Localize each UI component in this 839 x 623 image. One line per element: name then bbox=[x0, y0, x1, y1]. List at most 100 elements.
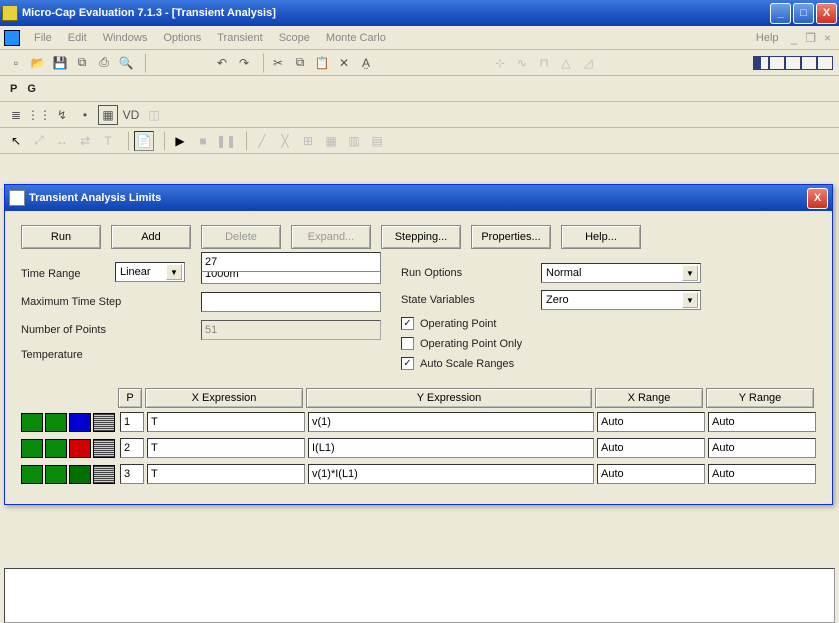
delete-icon[interactable]: ✕ bbox=[334, 53, 354, 73]
mdi-close-icon[interactable]: × bbox=[820, 31, 835, 45]
sine-icon[interactable]: ∿ bbox=[512, 53, 532, 73]
text-icon[interactable]: A̤ bbox=[356, 53, 376, 73]
stepping-button[interactable]: Stepping... bbox=[381, 225, 461, 249]
tool-d[interactable]: T bbox=[98, 131, 118, 151]
grid4-icon[interactable]: ▤ bbox=[367, 131, 387, 151]
run-button[interactable]: Run bbox=[21, 225, 101, 249]
header-x-range[interactable]: X Range bbox=[595, 388, 703, 408]
comp-icon-2[interactable]: ⋮⋮ bbox=[29, 105, 49, 125]
menu-file[interactable]: File bbox=[26, 30, 60, 46]
color-swatch[interactable] bbox=[45, 413, 67, 432]
y-range-cell[interactable]: Auto bbox=[708, 464, 816, 484]
header-p[interactable]: P bbox=[118, 388, 142, 408]
menu-montecarlo[interactable]: Monte Carlo bbox=[318, 30, 394, 46]
y-expression-cell[interactable]: v(1) bbox=[308, 412, 594, 432]
comp-icon-7[interactable]: ◫ bbox=[144, 105, 164, 125]
x-expression-cell[interactable]: T bbox=[147, 412, 305, 432]
color-swatch[interactable] bbox=[93, 465, 115, 484]
wave-icon[interactable]: ⊹ bbox=[490, 53, 510, 73]
minimize-button[interactable]: _ bbox=[770, 3, 791, 24]
p-cell[interactable]: 2 bbox=[120, 438, 144, 458]
close-button[interactable]: X bbox=[816, 3, 837, 24]
grid3-icon[interactable]: ▥ bbox=[344, 131, 364, 151]
saw-icon[interactable]: ◿ bbox=[578, 53, 598, 73]
layout-1-icon[interactable] bbox=[753, 56, 769, 70]
tri-icon[interactable]: △ bbox=[556, 53, 576, 73]
run-options-dropdown[interactable]: Normal▼ bbox=[541, 263, 701, 283]
menu-transient[interactable]: Transient bbox=[209, 30, 270, 46]
x-range-cell[interactable]: Auto bbox=[597, 412, 705, 432]
layout-4-icon[interactable] bbox=[801, 56, 817, 70]
comp-icon-3[interactable]: ↯ bbox=[52, 105, 72, 125]
color-swatch[interactable] bbox=[45, 439, 67, 458]
p-cell[interactable]: 3 bbox=[120, 464, 144, 484]
comp-icon-5[interactable]: ▦ bbox=[98, 105, 118, 125]
y-range-cell[interactable]: Auto bbox=[708, 438, 816, 458]
grid2-icon[interactable]: ▦ bbox=[321, 131, 341, 151]
menu-scope[interactable]: Scope bbox=[271, 30, 318, 46]
grid1-icon[interactable]: ⊞ bbox=[298, 131, 318, 151]
save-icon[interactable]: 💾 bbox=[50, 53, 70, 73]
g2-icon[interactable]: ╳ bbox=[275, 131, 295, 151]
mdi-restore-icon[interactable]: ❐ bbox=[801, 31, 820, 45]
preview-icon[interactable]: 🔍 bbox=[116, 53, 136, 73]
color-swatch[interactable] bbox=[21, 465, 43, 484]
saveall-icon[interactable]: ⧉ bbox=[72, 53, 92, 73]
layout-5-icon[interactable] bbox=[817, 56, 833, 70]
header-y-range[interactable]: Y Range bbox=[706, 388, 814, 408]
color-swatch[interactable] bbox=[21, 439, 43, 458]
menu-edit[interactable]: Edit bbox=[60, 30, 95, 46]
mdi-minimize-icon[interactable]: _ bbox=[787, 31, 802, 45]
help-button[interactable]: Help... bbox=[561, 225, 641, 249]
delete-button[interactable]: Delete bbox=[201, 225, 281, 249]
header-y-expression[interactable]: Y Expression bbox=[306, 388, 592, 408]
menu-options[interactable]: Options bbox=[155, 30, 209, 46]
dialog-close-button[interactable]: X bbox=[807, 188, 828, 209]
paste-icon[interactable]: 📋 bbox=[312, 53, 332, 73]
y-expression-cell[interactable]: v(1)*I(L1) bbox=[308, 464, 594, 484]
temperature-mode-dropdown[interactable]: Linear▼ bbox=[115, 262, 185, 282]
pulse-icon[interactable]: ⊓ bbox=[534, 53, 554, 73]
mode-icon[interactable]: 📄 bbox=[134, 131, 154, 151]
expand-button[interactable]: Expand... bbox=[291, 225, 371, 249]
header-x-expression[interactable]: X Expression bbox=[145, 388, 303, 408]
temperature-input[interactable] bbox=[201, 252, 381, 272]
auto-scale-checkbox[interactable]: ✓ bbox=[401, 357, 414, 370]
max-step-input[interactable] bbox=[201, 292, 381, 312]
layout-2-icon[interactable] bbox=[769, 56, 785, 70]
tool-c[interactable]: ⇄ bbox=[75, 131, 95, 151]
copy-icon[interactable]: ⧉ bbox=[290, 53, 310, 73]
new-icon[interactable]: ▫ bbox=[6, 53, 26, 73]
color-swatch[interactable] bbox=[69, 465, 91, 484]
color-swatch[interactable] bbox=[69, 413, 91, 432]
p-cell[interactable]: 1 bbox=[120, 412, 144, 432]
open-icon[interactable]: 📂 bbox=[28, 53, 48, 73]
y-range-cell[interactable]: Auto bbox=[708, 412, 816, 432]
properties-button[interactable]: Properties... bbox=[471, 225, 551, 249]
add-button[interactable]: Add bbox=[111, 225, 191, 249]
x-expression-cell[interactable]: T bbox=[147, 438, 305, 458]
menu-windows[interactable]: Windows bbox=[95, 30, 156, 46]
state-vars-dropdown[interactable]: Zero▼ bbox=[541, 290, 701, 310]
redo-icon[interactable]: ↷ bbox=[234, 53, 254, 73]
x-range-cell[interactable]: Auto bbox=[597, 464, 705, 484]
maximize-button[interactable]: □ bbox=[793, 3, 814, 24]
cut-icon[interactable]: ✂ bbox=[268, 53, 288, 73]
stop-icon[interactable]: ■ bbox=[193, 131, 213, 151]
comp-icon-6[interactable]: VD bbox=[121, 105, 141, 125]
color-swatch[interactable] bbox=[69, 439, 91, 458]
comp-icon-4[interactable]: • bbox=[75, 105, 95, 125]
pause-icon[interactable]: ❚❚ bbox=[216, 131, 236, 151]
tool-a[interactable]: ⤢ bbox=[29, 131, 49, 151]
color-swatch[interactable] bbox=[21, 413, 43, 432]
p-label[interactable]: P bbox=[10, 83, 17, 95]
color-swatch[interactable] bbox=[45, 465, 67, 484]
tool-b[interactable]: ↔ bbox=[52, 131, 72, 151]
g1-icon[interactable]: ╱ bbox=[252, 131, 272, 151]
x-range-cell[interactable]: Auto bbox=[597, 438, 705, 458]
operating-point-checkbox[interactable]: ✓ bbox=[401, 317, 414, 330]
g-label[interactable]: G bbox=[27, 83, 36, 95]
num-points-input[interactable] bbox=[201, 320, 381, 340]
y-expression-cell[interactable]: I(L1) bbox=[308, 438, 594, 458]
operating-point-only-checkbox[interactable] bbox=[401, 337, 414, 350]
